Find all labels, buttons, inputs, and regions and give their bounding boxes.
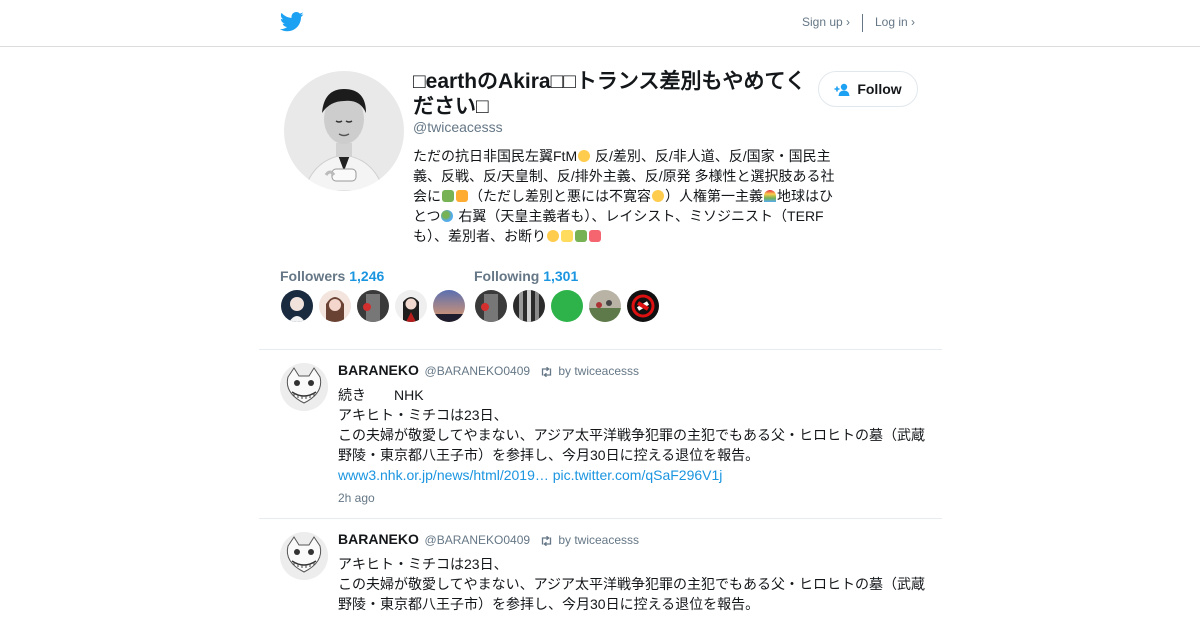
profile-avatar-image bbox=[284, 71, 404, 191]
tweet-media-link[interactable]: pic.twitter.com/qSaF296V1j bbox=[553, 467, 723, 483]
following-count: 1,301 bbox=[543, 268, 579, 284]
cross-mark-button-emoji-icon bbox=[575, 230, 587, 242]
login-link[interactable]: Log in › bbox=[875, 15, 915, 29]
follower-avatar[interactable] bbox=[281, 290, 313, 322]
followers-label: Followers bbox=[280, 268, 346, 284]
tweet-author-avatar[interactable] bbox=[280, 363, 328, 411]
cheshire-cat-avatar-icon bbox=[280, 363, 328, 411]
following-avatar[interactable] bbox=[589, 290, 621, 322]
retweet-icon bbox=[541, 367, 551, 377]
smiling-face-emoji-icon bbox=[578, 150, 591, 162]
following-avatar[interactable] bbox=[475, 290, 507, 322]
following-stat[interactable]: Following 1,301 bbox=[474, 268, 578, 284]
retweeted-by: by twiceacesss bbox=[558, 364, 640, 378]
four-leaf-clover-emoji-icon bbox=[442, 190, 454, 202]
profile-avatar[interactable] bbox=[284, 71, 404, 191]
tweet-item[interactable]: BARANEKO @BARANEKO0409 by twiceacesss 続き… bbox=[259, 349, 942, 519]
profile-bio: ただの抗日非国民左翼FtM 反/差別、反/非人道、反/国家・国民主義、反戦、反/… bbox=[413, 146, 838, 246]
follower-avatar[interactable] bbox=[395, 290, 427, 322]
add-user-icon bbox=[834, 83, 850, 96]
tweet-header: BARANEKO @BARANEKO0409 by twiceacesss bbox=[338, 362, 639, 378]
globe-emoji-icon bbox=[441, 210, 454, 222]
tweet-author-avatar[interactable] bbox=[280, 532, 328, 580]
follower-avatar[interactable] bbox=[433, 290, 465, 322]
bio-text-6: 右翼（天皇主義者も）、レイシスト、ミソジニスト（TERFも）、差別者、お断り bbox=[413, 208, 824, 244]
bio-text-3: （ただし差別と悪には不寛容 bbox=[469, 188, 651, 204]
sparkles-emoji-icon bbox=[456, 190, 468, 202]
top-navigation-bar: Sign up › Log in › bbox=[0, 0, 1200, 47]
thumbs-down-emoji-icon bbox=[561, 230, 573, 242]
tweet-line: この夫婦が敬愛してやまない、アジア太平洋戦争犯罪の主犯でもある父・ヒロヒトの墓（… bbox=[338, 576, 926, 612]
follow-button-label: Follow bbox=[857, 81, 902, 97]
bio-text-1: ただの抗日非国民左翼FtM bbox=[413, 148, 578, 164]
angry-face-emoji-icon bbox=[547, 230, 559, 242]
tweet-header: BARANEKO @BARANEKO0409 by twiceacesss bbox=[338, 531, 639, 547]
retweeted-by: by twiceacesss bbox=[558, 533, 640, 547]
tweet-line: この夫婦が敬愛してやまない、アジア太平洋戦争犯罪の主犯でもある父・ヒロヒトの墓（… bbox=[338, 427, 926, 463]
cheshire-cat-avatar-icon bbox=[280, 532, 328, 580]
tweet-author-handle[interactable]: @BARANEKO0409 bbox=[425, 364, 531, 378]
tweet-line: アキヒト・ミチコは23日、 bbox=[338, 407, 508, 423]
nav-divider bbox=[862, 14, 863, 32]
followers-count: 1,246 bbox=[349, 268, 385, 284]
tweet-timestamp[interactable]: 2h ago bbox=[338, 491, 375, 505]
tweet-text: アキヒト・ミチコは23日、 この夫婦が敬愛してやまない、アジア太平洋戦争犯罪の主… bbox=[338, 554, 933, 614]
tweet-line: アキヒト・ミチコは23日、 bbox=[338, 556, 508, 572]
profile-handle[interactable]: @twiceacesss bbox=[413, 119, 503, 135]
anger-symbol-emoji-icon bbox=[589, 230, 601, 242]
following-label: Following bbox=[474, 268, 540, 284]
tweet-url-link[interactable]: www3.nhk.or.jp/news/html/2019… bbox=[338, 467, 549, 483]
following-avatar[interactable] bbox=[627, 290, 659, 322]
bio-text-4: ）人権第一主義 bbox=[665, 188, 763, 204]
rainbow-emoji-icon bbox=[764, 190, 776, 202]
following-avatar[interactable] bbox=[551, 290, 583, 322]
tweet-text: 続き NHK アキヒト・ミチコは23日、 この夫婦が敬愛してやまない、アジア太平… bbox=[338, 385, 933, 485]
tweet-author-name[interactable]: BARANEKO bbox=[338, 362, 419, 378]
retweet-icon bbox=[541, 536, 551, 546]
following-avatar[interactable] bbox=[513, 290, 545, 322]
signup-link[interactable]: Sign up › bbox=[802, 15, 850, 29]
follow-button[interactable]: Follow bbox=[818, 71, 918, 107]
angry-face-emoji-icon bbox=[652, 190, 664, 202]
profile-display-name: □earthのAkira□□トランス差別もやめてください□ bbox=[413, 70, 806, 118]
follower-avatar[interactable] bbox=[319, 290, 351, 322]
tweet-author-name[interactable]: BARANEKO bbox=[338, 531, 419, 547]
followers-stat[interactable]: Followers 1,246 bbox=[280, 268, 384, 284]
tweet-item[interactable]: BARANEKO @BARANEKO0409 by twiceacesss アキ… bbox=[259, 518, 942, 631]
tweet-line: 続き NHK bbox=[338, 387, 424, 403]
follower-avatar[interactable] bbox=[357, 290, 389, 322]
twitter-bird-icon[interactable] bbox=[280, 11, 304, 33]
tweet-author-handle[interactable]: @BARANEKO0409 bbox=[425, 533, 531, 547]
